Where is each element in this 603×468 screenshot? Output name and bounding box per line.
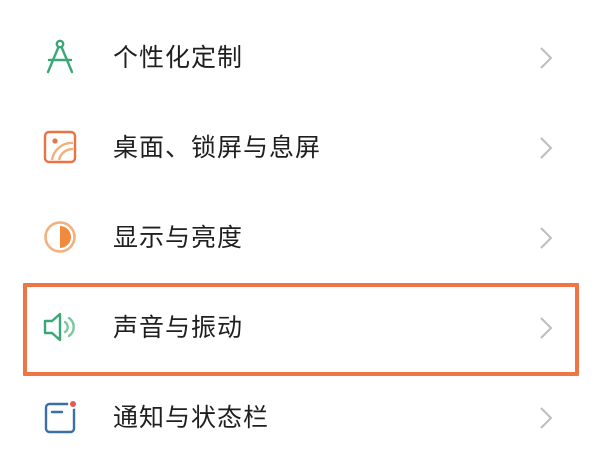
notification-icon <box>38 395 82 439</box>
chevron-right-icon <box>536 225 556 251</box>
brightness-icon <box>38 215 82 259</box>
settings-item-display-brightness[interactable]: 显示与亮度 <box>0 193 603 283</box>
settings-item-label: 显示与亮度 <box>113 223 244 252</box>
chevron-right-icon <box>536 45 556 71</box>
settings-item-notification-statusbar[interactable]: 通知与状态栏 <box>0 373 603 463</box>
settings-item-personalization[interactable]: 个性化定制 <box>0 13 603 103</box>
settings-item-desktop-lockscreen[interactable]: 桌面、锁屏与息屏 <box>0 103 603 193</box>
settings-item-label: 声音与振动 <box>113 313 244 342</box>
settings-item-label: 桌面、锁屏与息屏 <box>113 133 322 162</box>
compass-personalize-icon <box>38 35 82 79</box>
settings-item-label: 个性化定制 <box>113 43 244 72</box>
chevron-right-icon <box>536 315 556 341</box>
chevron-right-icon <box>536 405 556 431</box>
settings-list: 个性化定制 桌面、锁屏与息屏 显示与亮度 声音与振动 通知与状态栏 <box>0 0 603 468</box>
chevron-right-icon <box>536 135 556 161</box>
speaker-icon <box>38 305 82 349</box>
settings-item-sound-vibration[interactable]: 声音与振动 <box>0 283 603 373</box>
wallpaper-icon <box>38 125 82 169</box>
settings-item-label: 通知与状态栏 <box>113 403 270 432</box>
